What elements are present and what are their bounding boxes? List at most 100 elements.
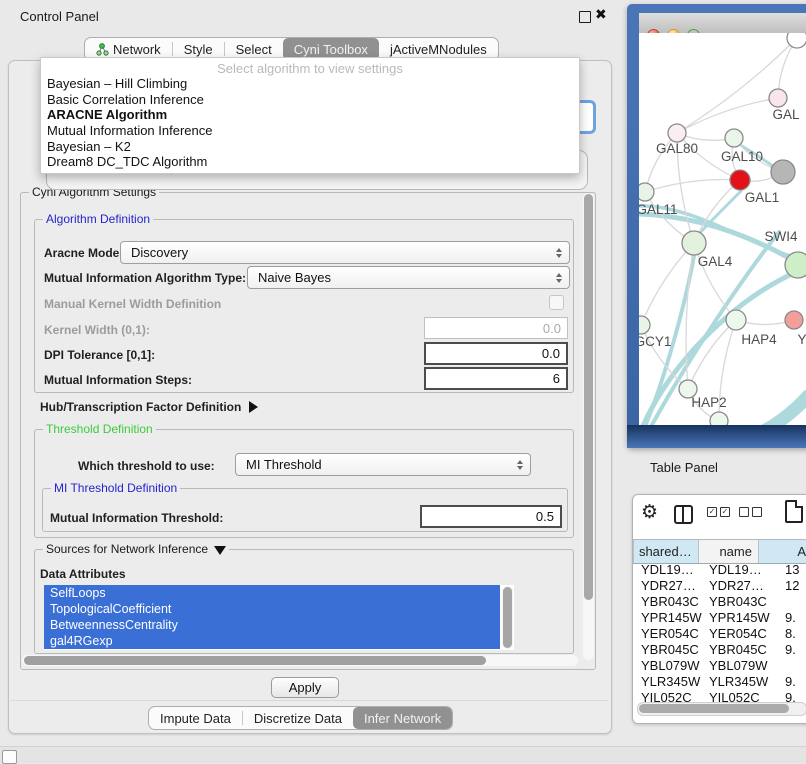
columns-icon[interactable]	[674, 505, 693, 524]
network-node-label: HAP2	[691, 395, 726, 410]
settings-vertical-scrollbar-thumb[interactable]	[584, 194, 593, 600]
tab-label: Impute Data	[160, 711, 231, 726]
bottom-tab-discretize-data[interactable]: Discretize Data	[243, 707, 353, 729]
network-node-y[interactable]	[785, 311, 803, 329]
bottom-tabbar: Impute Data Discretize DataInfer Network	[148, 706, 453, 730]
sources-group-title[interactable]: Sources for Network Inference	[43, 542, 229, 556]
mi-type-value: Naive Bayes	[258, 270, 331, 285]
float-window-icon[interactable]	[579, 11, 591, 23]
algorithm-option[interactable]: Bayesian – K2	[41, 139, 579, 155]
status-strip	[0, 746, 806, 763]
algorithm-option[interactable]: Mutual Information Inference	[41, 123, 579, 139]
attribute-list-scrollbar-thumb[interactable]	[503, 587, 512, 648]
table-row[interactable]: YLR345WYLR345W9.	[633, 674, 806, 690]
tab-label: Select	[236, 42, 272, 57]
table-cell: YBR043C	[641, 594, 699, 610]
network-node[interactable]	[710, 412, 728, 425]
network-edge[interactable]	[645, 180, 740, 192]
column-header-2[interactable]: name	[699, 540, 759, 563]
dpi-tolerance-label: DPI Tolerance [0,1]:	[44, 348, 155, 362]
attribute-list-item[interactable]: TopologicalCoefficient	[44, 601, 500, 617]
table-cell: YDL19…	[709, 562, 762, 578]
sources-title-label: Sources for Network Inference	[46, 542, 208, 556]
network-node-swi4[interactable]	[785, 252, 806, 278]
kernel-width-input[interactable]: 0.0	[424, 317, 568, 339]
tab-label: jActiveMNodules	[390, 42, 487, 57]
network-node-hap4[interactable]	[726, 310, 746, 330]
network-node-gal4[interactable]	[682, 231, 706, 255]
manual-kernel-checkbox[interactable]	[549, 295, 564, 310]
algorithm-option[interactable]: Basic Correlation Inference	[41, 92, 579, 108]
unchecked-box-icon[interactable]	[752, 507, 762, 517]
network-node-gcy1[interactable]	[639, 316, 650, 334]
table-row[interactable]: YBR043CYBR043C	[633, 594, 806, 610]
mi-threshold-input[interactable]: 0.5	[420, 505, 562, 528]
table-row[interactable]: YDL19…YDL19…13	[633, 562, 806, 578]
mi-type-label: Mutual Information Algorithm Type:	[44, 271, 246, 285]
network-node[interactable]	[787, 33, 806, 48]
table-row[interactable]: YBR045CYBR045C9.	[633, 642, 806, 658]
unchecked-box-icon[interactable]	[739, 507, 749, 517]
table-panel-title: Table Panel	[650, 460, 718, 475]
mi-threshold-group-title: MI Threshold Definition	[51, 481, 180, 495]
table-cell: 12	[785, 578, 799, 594]
network-node-label: Y	[797, 332, 806, 347]
network-node-gal10[interactable]	[725, 129, 743, 147]
mi-type-select[interactable]: Naive Bayes	[247, 266, 570, 289]
network-node-gal[interactable]	[769, 89, 787, 107]
table-cell: YBL079W	[709, 658, 768, 674]
table-row[interactable]: YDR27… YDR27… 12	[633, 578, 806, 594]
bottom-tab-infer-network[interactable]: Infer Network	[353, 707, 452, 729]
network-node-label: GAL4	[698, 254, 733, 269]
network-node-gal11[interactable]	[639, 183, 654, 201]
checked-box-icon[interactable]: ✓	[707, 507, 717, 517]
table-row[interactable]: YER054CYER054C8.	[633, 626, 806, 642]
tab-label: Network	[113, 42, 161, 57]
network-window-titlebar[interactable]	[639, 13, 806, 34]
table-cell: 13	[785, 562, 799, 578]
table-row[interactable]: YBL079WYBL079W	[633, 658, 806, 674]
file-icon[interactable]	[785, 500, 803, 523]
network-edge-strong[interactable]	[748, 396, 806, 425]
attribute-list-item[interactable]: SelfLoops	[44, 585, 500, 601]
algorithm-option[interactable]: ARACNE Algorithm	[41, 107, 579, 123]
network-node-gal1[interactable]	[730, 170, 750, 190]
aracne-mode-select[interactable]: Discovery	[120, 241, 570, 264]
table-row[interactable]: YIL052CYIL052C9.	[633, 690, 806, 702]
which-threshold-select[interactable]: MI Threshold	[235, 453, 531, 476]
column-header-1[interactable]: shared…	[633, 540, 699, 563]
hub-definition-toggle[interactable]: Hub/Transcription Factor Definition	[40, 400, 258, 414]
table-cell: YPR145W	[709, 610, 770, 626]
network-node[interactable]	[771, 160, 795, 184]
which-threshold-label: Which threshold to use:	[78, 459, 215, 473]
network-node-label: GAL10	[721, 149, 763, 164]
threshold-definition-title: Threshold Definition	[43, 422, 156, 436]
apply-button[interactable]: Apply	[271, 677, 339, 698]
gear-icon[interactable]: ⚙	[641, 503, 658, 522]
algorithm-option[interactable]: Bayesian – Hill Climbing	[41, 76, 579, 92]
table-cell: YLR345W	[641, 674, 700, 690]
network-window-bottom-frame	[627, 425, 806, 448]
algorithm-option[interactable]: Dream8 DC_TDC Algorithm	[41, 154, 579, 170]
kernel-width-label: Kernel Width (0,1):	[44, 323, 150, 337]
attribute-list-item[interactable]: BetweennessCentrality	[44, 617, 500, 633]
table-cell: YDR27…	[641, 578, 696, 594]
attribute-list-item[interactable]: gal4RGexp	[44, 633, 500, 649]
network-edge[interactable]	[677, 98, 778, 133]
network-view-canvas[interactable]: GALGAL80GAL10GAL1GAL11GAL4SWI4HAP4YGCY1H…	[639, 33, 806, 425]
collapsed-arrow-icon	[249, 401, 258, 413]
table-cell: YBR045C	[709, 642, 767, 658]
table-row[interactable]: YPR145WYPR145W9.	[633, 610, 806, 626]
column-header-3[interactable]: A	[759, 540, 806, 563]
bottom-tab-impute-data[interactable]: Impute Data	[149, 707, 242, 729]
close-icon[interactable]: ✖	[595, 6, 607, 23]
table-horizontal-scrollbar-thumb[interactable]	[639, 704, 789, 713]
settings-horizontal-scrollbar-thumb[interactable]	[24, 656, 486, 665]
network-node-gal80[interactable]	[668, 124, 686, 142]
mi-steps-input[interactable]: 6	[424, 367, 568, 390]
which-threshold-value: MI Threshold	[246, 457, 322, 472]
network-node-label: GAL11	[639, 202, 678, 217]
dpi-tolerance-input[interactable]: 0.0	[424, 342, 568, 365]
checked-box-icon[interactable]: ✓	[720, 507, 730, 517]
table-cell: YDR27…	[709, 578, 764, 594]
